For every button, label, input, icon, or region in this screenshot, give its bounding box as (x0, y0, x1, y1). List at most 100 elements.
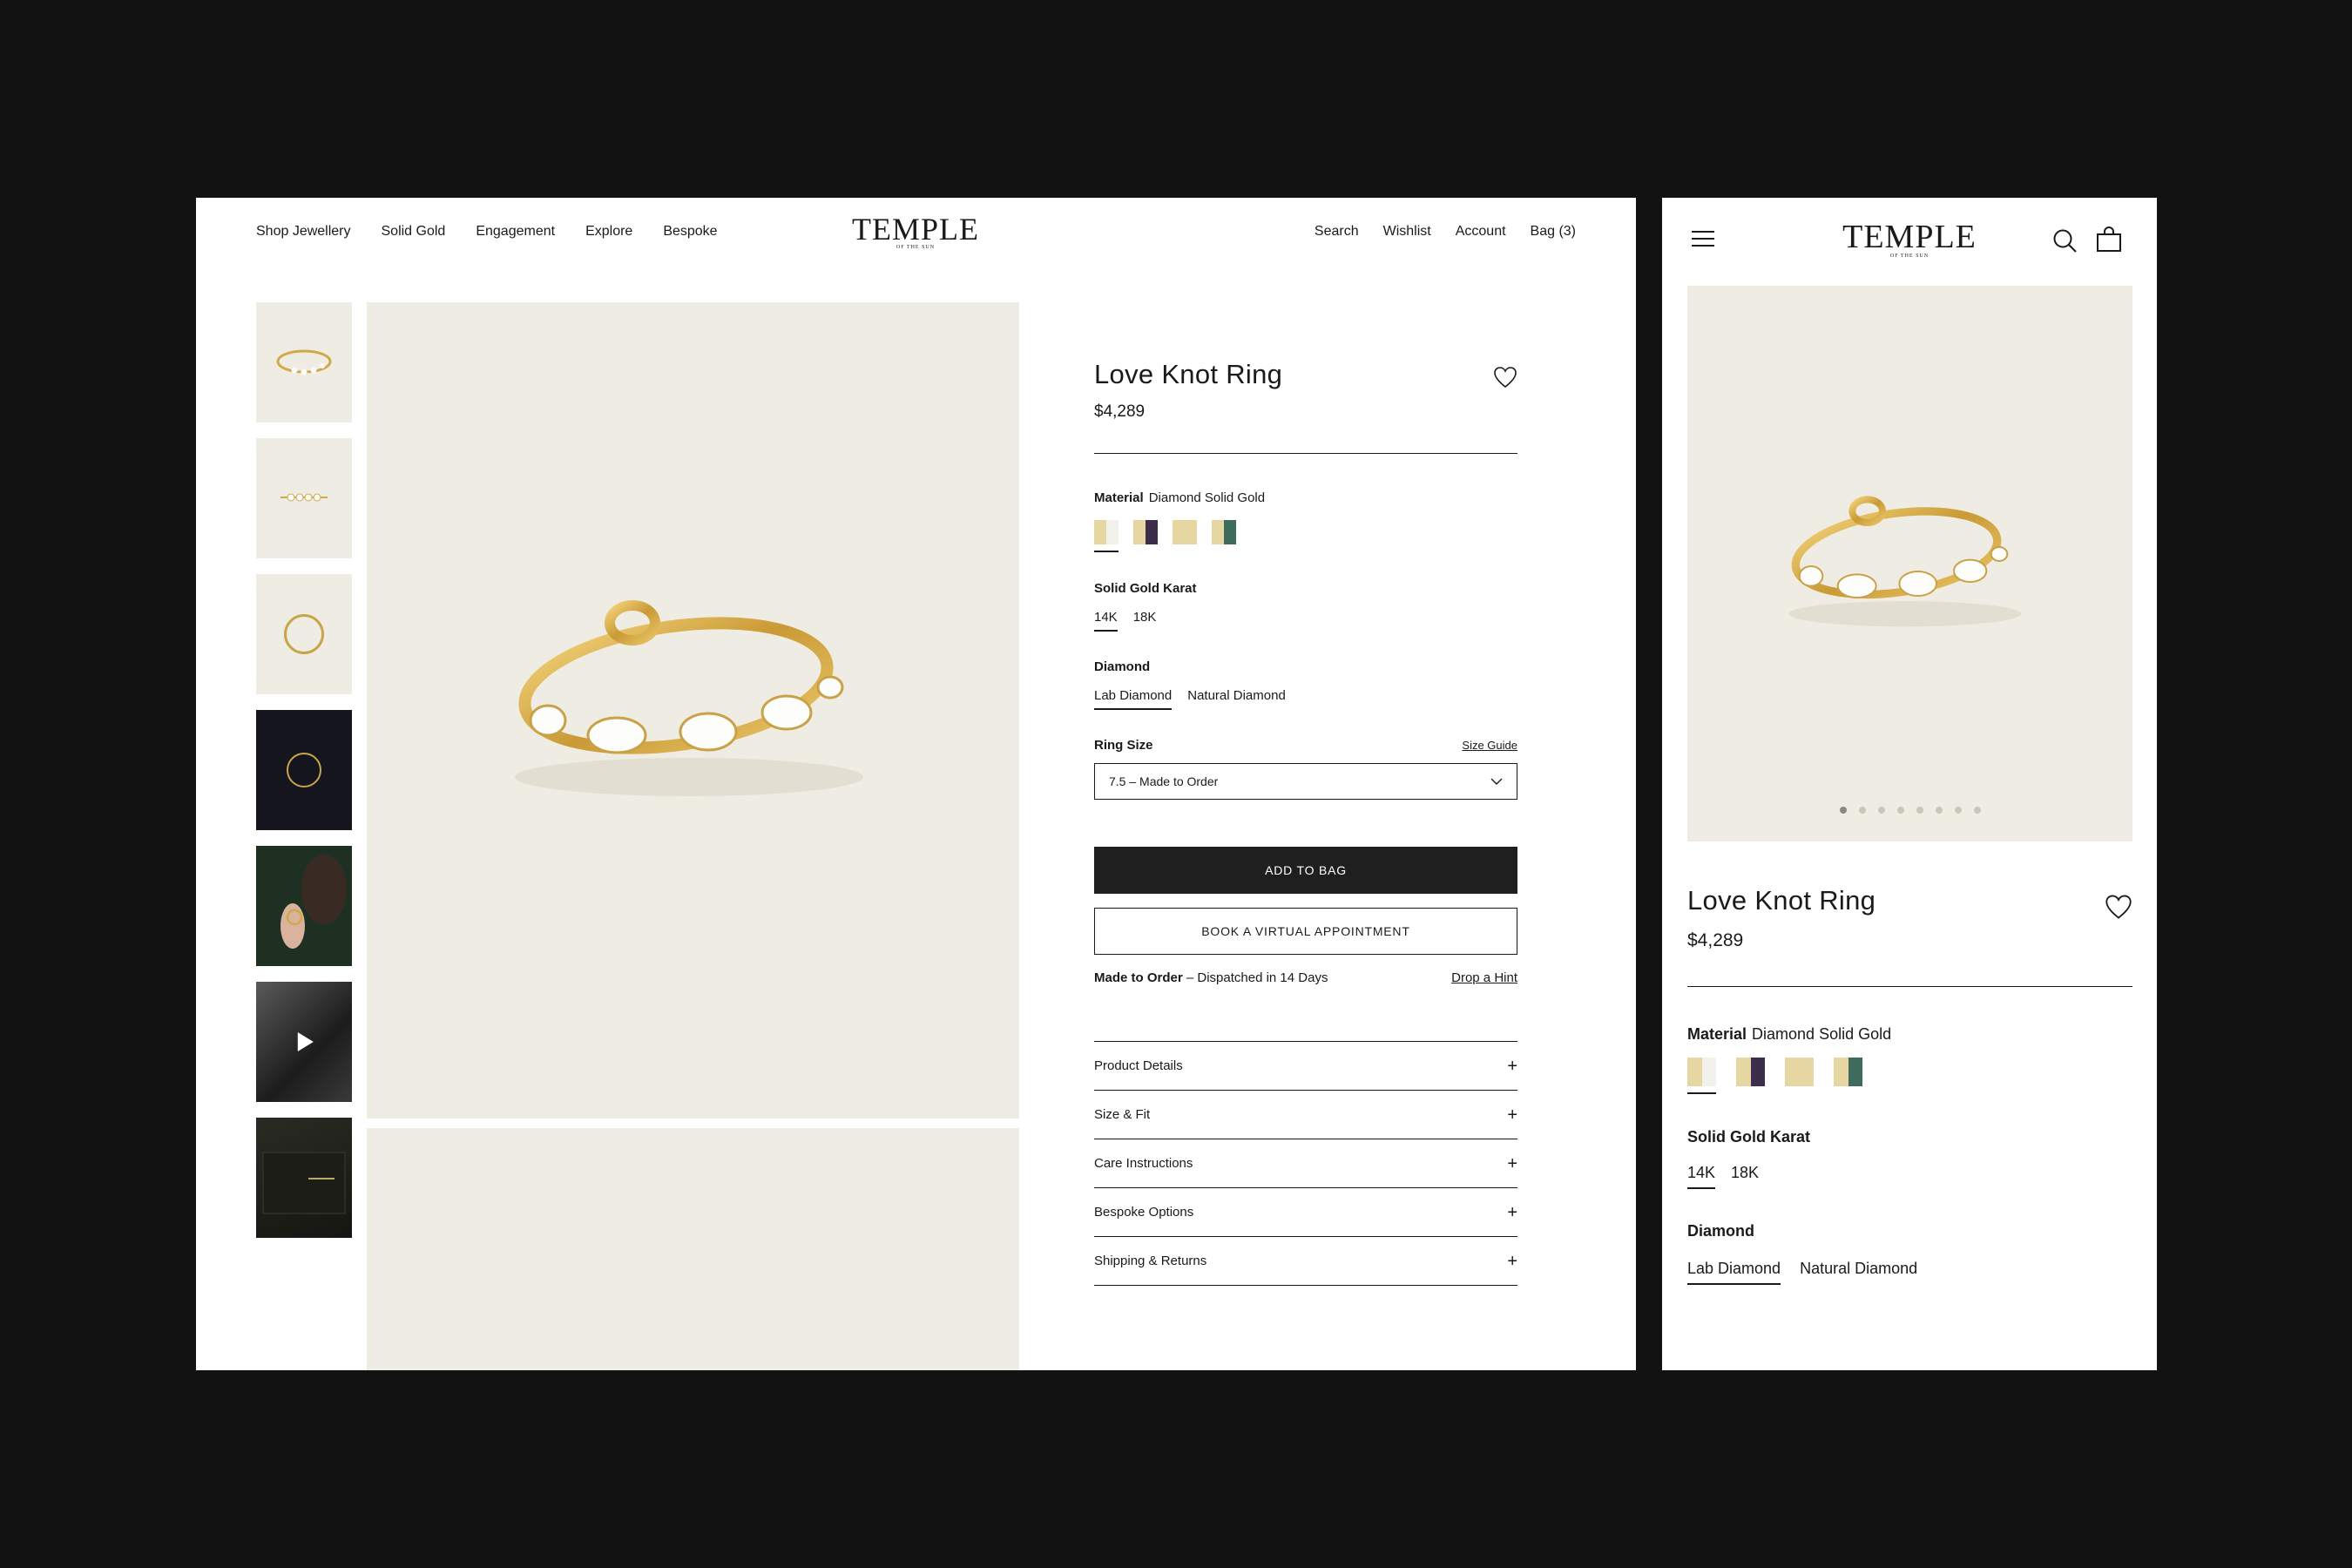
product-title: Love Knot Ring (1687, 885, 1876, 916)
material-swatch[interactable] (1094, 520, 1119, 552)
material-swatch[interactable] (1212, 520, 1236, 544)
main-product-image[interactable] (367, 302, 1019, 1119)
material-value: Diamond Solid Gold (1148, 490, 1266, 505)
account-link[interactable]: Account (1456, 224, 1506, 240)
karat-14k-option[interactable]: 14K (1687, 1164, 1716, 1189)
thumbnail-ring-top[interactable] (256, 574, 352, 694)
packaging-image (262, 1152, 346, 1214)
carousel-dot[interactable] (1877, 807, 1885, 814)
drop-a-hint-link[interactable]: Drop a Hint (1451, 970, 1517, 985)
brand-name: TEMPLE (1842, 219, 1977, 255)
thumbnail-packaging[interactable] (256, 1118, 352, 1238)
nav-solid-gold[interactable]: Solid Gold (382, 224, 446, 240)
diamond-label: Diamond (1094, 659, 1151, 674)
accordion-label: Size & Fit (1094, 1107, 1151, 1122)
carousel-dot[interactable] (1916, 807, 1923, 814)
product-price: $4,289 (1687, 930, 1744, 950)
carousel-dot[interactable] (1954, 807, 1962, 814)
material-swatches (1687, 1058, 2132, 1094)
nav-shop-jewellery[interactable]: Shop Jewellery (256, 224, 351, 240)
main-nav: Shop Jewellery Solid Gold Engagement Exp… (256, 224, 718, 240)
karat-option: Solid Gold Karat 14K 18K (1094, 581, 1517, 632)
ring-front-image (280, 493, 328, 502)
thumbnail-ring-front[interactable] (256, 438, 352, 558)
natural-diamond-option[interactable]: Natural Diamond (1187, 688, 1286, 710)
ring-size-value: 7.5 – Made to Order (1109, 774, 1219, 788)
wishlist-heart-icon[interactable] (1493, 366, 1517, 389)
carousel-dot[interactable] (1858, 807, 1866, 814)
search-icon[interactable] (2051, 227, 2078, 253)
carousel-dot[interactable] (1935, 807, 1943, 814)
divider (1687, 986, 2132, 987)
mobile-product-image[interactable] (1687, 286, 2132, 841)
carousel-dots (1687, 807, 2132, 814)
play-icon (297, 1032, 314, 1051)
material-value: Diamond Solid Gold (1752, 1025, 1892, 1043)
plus-icon: + (1507, 1056, 1517, 1076)
menu-icon[interactable] (1692, 231, 1714, 248)
accordion-label: Care Instructions (1094, 1156, 1193, 1171)
wishlist-heart-icon[interactable] (2105, 894, 2132, 920)
add-to-bag-button[interactable]: ADD TO BAG (1094, 847, 1517, 894)
wishlist-link[interactable]: Wishlist (1383, 224, 1431, 240)
model-hand-image (280, 855, 347, 949)
accordion-care-instructions[interactable]: Care Instructions + (1094, 1139, 1517, 1188)
thumbnail-model-video[interactable] (256, 982, 352, 1102)
carousel-dot[interactable] (1973, 807, 1981, 814)
material-option: Material Diamond Solid Gold (1094, 490, 1517, 552)
product-accordion: Product Details + Size & Fit + Care Instru… (1094, 1041, 1517, 1286)
karat-label: Solid Gold Karat (1687, 1128, 1811, 1146)
thumbnail-ring-box[interactable] (256, 710, 352, 830)
bag-icon[interactable] (2096, 226, 2122, 253)
thumbnail-model-hand[interactable] (256, 846, 352, 966)
nav-explore[interactable]: Explore (585, 224, 632, 240)
thumbnail-ring-angle[interactable] (256, 302, 352, 422)
material-swatches (1094, 520, 1517, 552)
nav-bespoke[interactable]: Bespoke (663, 224, 717, 240)
accordion-size-fit[interactable]: Size & Fit + (1094, 1091, 1517, 1139)
material-swatch[interactable] (1133, 520, 1158, 544)
ring-size-select[interactable]: 7.5 – Made to Order (1094, 763, 1517, 800)
chevron-down-icon (1490, 778, 1503, 785)
material-swatch[interactable] (1834, 1058, 1862, 1086)
dispatch-info: Made to Order – Dispatched in 14 Days Dr… (1094, 970, 1517, 985)
lab-diamond-option[interactable]: Lab Diamond (1094, 688, 1173, 710)
search-link[interactable]: Search (1315, 224, 1359, 240)
ring-image (515, 600, 863, 796)
book-appointment-button[interactable]: BOOK A VIRTUAL APPOINTMENT (1094, 908, 1517, 955)
material-swatch[interactable] (1173, 520, 1197, 544)
nav-engagement[interactable]: Engagement (476, 224, 555, 240)
diamond-option: Diamond Lab Diamond Natural Diamond (1094, 659, 1517, 710)
dispatch-detail: – Dispatched in 14 Days (1182, 970, 1328, 985)
accordion-bespoke-options[interactable]: Bespoke Options + (1094, 1188, 1517, 1237)
accordion-label: Product Details (1094, 1058, 1183, 1073)
karat-option: Solid Gold Karat 14K 18K (1687, 1128, 2132, 1189)
accordion-label: Shipping & Returns (1094, 1254, 1207, 1268)
secondary-product-image[interactable] (367, 1128, 1019, 1370)
karat-18k-option[interactable]: 18K (1133, 610, 1157, 632)
plus-icon: + (1507, 1153, 1517, 1173)
ring-image (1788, 496, 2022, 627)
carousel-dot[interactable] (1839, 807, 1847, 814)
material-swatch[interactable] (1736, 1058, 1765, 1086)
natural-diamond-option[interactable]: Natural Diamond (1800, 1260, 1917, 1285)
ring-size-option: Ring Size Size Guide 7.5 – Made to Order (1094, 738, 1517, 800)
brand-logo[interactable]: TEMPLE OF THE SUN (1822, 220, 1997, 259)
carousel-dot[interactable] (1896, 807, 1904, 814)
material-swatch[interactable] (1785, 1058, 1814, 1086)
diamond-option: Diamond Lab Diamond Natural Diamond (1687, 1222, 2132, 1285)
size-guide-link[interactable]: Size Guide (1462, 739, 1517, 752)
brand-logo[interactable]: TEMPLE OF THE SUN (828, 213, 1003, 250)
lab-diamond-option[interactable]: Lab Diamond (1687, 1260, 1781, 1285)
accordion-label: Bespoke Options (1094, 1205, 1194, 1220)
material-swatch[interactable] (1687, 1058, 1716, 1094)
accordion-product-details[interactable]: Product Details + (1094, 1042, 1517, 1091)
ring-box-image (287, 753, 321, 787)
bag-link[interactable]: Bag (3) (1531, 224, 1576, 240)
product-panel: Love Knot Ring $4,289 Material Diamond So… (1094, 359, 1517, 1286)
karat-18k-option[interactable]: 18K (1731, 1164, 1759, 1189)
karat-14k-option[interactable]: 14K (1094, 610, 1118, 632)
product-price: $4,289 (1094, 402, 1146, 421)
brand-name: TEMPLE (852, 212, 979, 247)
accordion-shipping-returns[interactable]: Shipping & Returns + (1094, 1237, 1517, 1286)
